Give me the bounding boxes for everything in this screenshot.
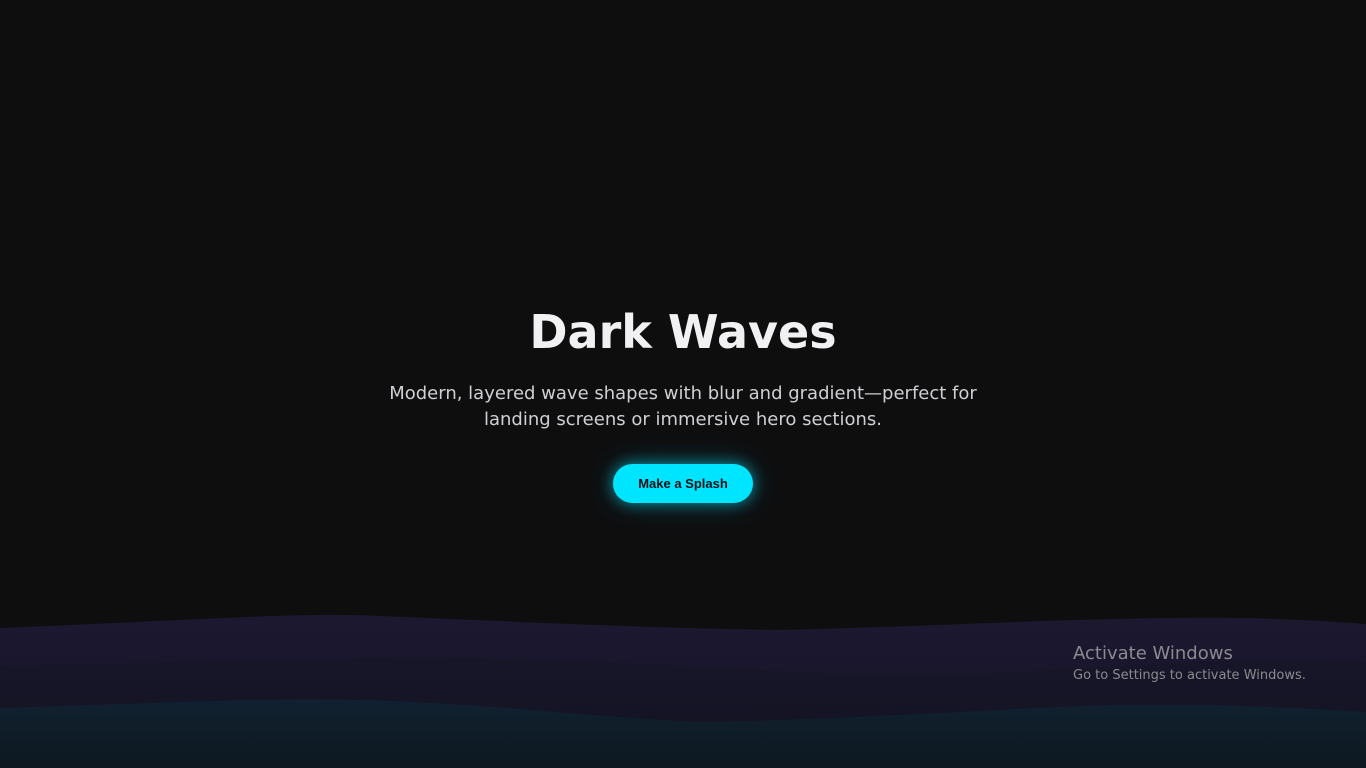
- page: Dark Waves Modern, layered wave shapes w…: [0, 0, 1366, 768]
- watermark-title: Activate Windows: [1073, 643, 1233, 664]
- wave-background: [0, 614, 1366, 768]
- hero-subtitle: Modern, layered wave shapes with blur an…: [389, 383, 977, 430]
- watermark-subtitle: Go to Settings to activate Windows.: [1073, 668, 1306, 683]
- hero-title: Dark Waves: [529, 305, 837, 359]
- activate-windows-watermark: Activate Windows Go to Settings to activ…: [1073, 643, 1353, 686]
- make-a-splash-button[interactable]: Make a Splash: [613, 464, 753, 503]
